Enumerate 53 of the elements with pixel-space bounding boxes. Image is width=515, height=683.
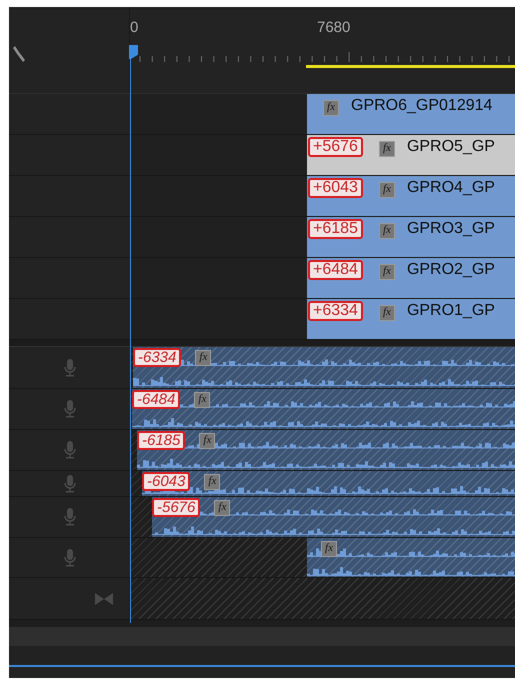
- offset-badge: +6185: [308, 219, 363, 239]
- fx-badge: fx: [321, 541, 337, 557]
- offset-badge: +5676: [308, 137, 363, 157]
- video-clip[interactable]: +5676 fx GPRO5_GP: [307, 135, 515, 175]
- offset-badge: -5676: [152, 498, 200, 517]
- offset-badge: +6043: [308, 178, 363, 198]
- playhead[interactable]: [129, 45, 139, 623]
- offset-badge: -6043: [142, 472, 190, 491]
- audio-clip[interactable]: -6334 fx: [133, 347, 515, 388]
- scrollbar[interactable]: [9, 627, 515, 646]
- fx-badge: fx: [378, 223, 395, 239]
- microphone-icon[interactable]: [64, 474, 76, 492]
- offset-badge: -6185: [137, 431, 186, 450]
- microphone-icon[interactable]: [64, 400, 76, 418]
- clip-name: GPRO2_GP: [406, 260, 495, 280]
- fx-badge: fx: [199, 433, 216, 449]
- offset-badge: +6334: [308, 301, 363, 321]
- fx-badge: fx: [378, 264, 395, 280]
- audio-clip[interactable]: -6185 fx: [137, 430, 515, 470]
- fx-badge: fx: [194, 392, 210, 408]
- fx-badge: fx: [204, 474, 220, 490]
- clip-name: GPRO6_GP012914: [351, 96, 492, 116]
- clip-name: GPRO3_GP: [406, 219, 495, 239]
- ruler-label: 0: [130, 19, 138, 36]
- audio-clip[interactable]: -6484 fx: [132, 389, 515, 429]
- audio-clip[interactable]: -5676 fx: [152, 497, 515, 537]
- offset-badge: -6334: [133, 348, 182, 367]
- fx-badge: fx: [195, 350, 212, 366]
- microphone-icon[interactable]: [64, 358, 76, 376]
- video-clip[interactable]: +6043 fx GPRO4_GP: [307, 176, 515, 216]
- clip-name: GPRO4_GP: [406, 178, 495, 198]
- fx-badge: fx: [378, 182, 395, 198]
- bowtie-icon[interactable]: [95, 592, 113, 604]
- video-clip[interactable]: fx GPRO6_GP012914: [307, 94, 515, 134]
- fx-badge: fx: [323, 100, 339, 116]
- audio-clip[interactable]: -6043 fx: [142, 471, 515, 496]
- fx-badge: fx: [378, 305, 395, 321]
- tool-icon[interactable]: [13, 46, 27, 62]
- video-clip[interactable]: +6185 fx GPRO3_GP: [307, 217, 515, 257]
- microphone-icon[interactable]: [64, 508, 76, 526]
- offset-badge: +6484: [308, 260, 363, 280]
- microphone-icon[interactable]: [64, 441, 76, 459]
- audio-clip[interactable]: fx: [307, 538, 515, 577]
- clip-name: GPRO1_GP: [406, 301, 495, 321]
- ruler-label: 7680: [317, 19, 350, 36]
- fx-badge: fx: [214, 500, 230, 516]
- video-clip[interactable]: +6334 fx GPRO1_GP: [307, 299, 515, 339]
- video-clip[interactable]: +6484 fx GPRO2_GP: [307, 258, 515, 298]
- clip-name: GPRO5_GP: [406, 137, 495, 157]
- offset-badge: -6484: [132, 390, 180, 409]
- work-area-bar[interactable]: [306, 65, 515, 68]
- fx-badge: fx: [378, 141, 395, 157]
- microphone-icon[interactable]: [64, 548, 76, 566]
